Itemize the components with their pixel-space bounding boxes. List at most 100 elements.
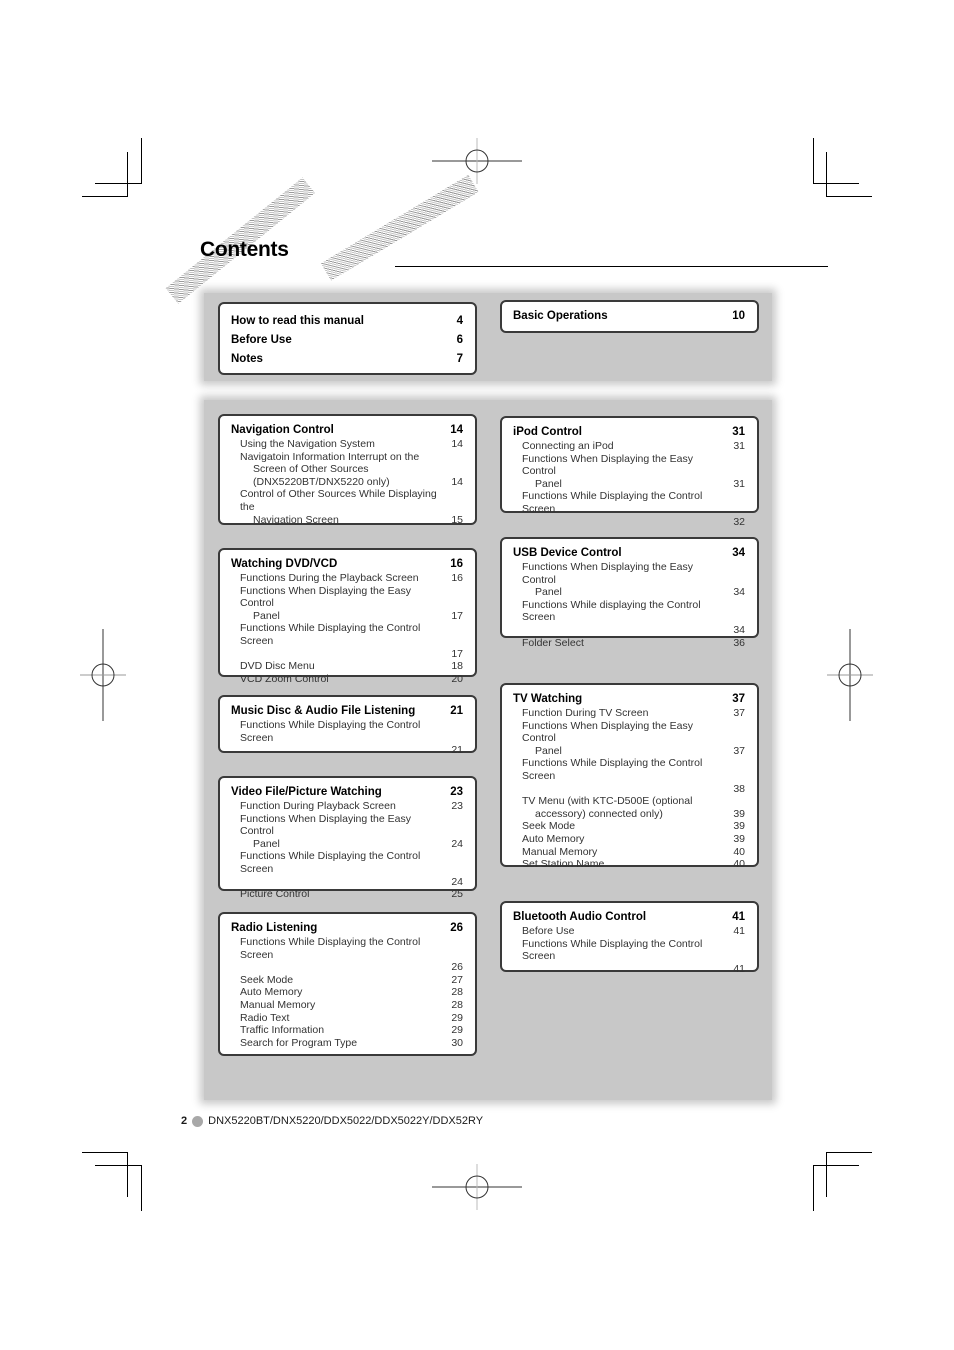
toc-subentry[interactable]: Functions While Displaying the Control S… [513,490,745,528]
toc-subentry-line [240,961,447,974]
toc-subentry[interactable]: Manual Memory 28 [231,999,463,1012]
toc-subentry[interactable]: Function During TV Screen 37 [513,707,745,720]
toc-subentry[interactable]: Using the Navigation System 14 [231,438,463,451]
toc-subentry[interactable]: Manual Memory 40 [513,846,745,859]
toc-subentry[interactable]: Folder Select 36 [513,637,745,650]
toc-subentry-label: Functions When Displaying the Easy Contr… [240,813,447,851]
toc-subentry-label: Functions While displaying the Control S… [522,599,729,637]
toc-subentry[interactable]: Functions When Displaying the Easy Contr… [513,453,745,491]
toc-subentry-label: DVD Disc Menu [240,660,447,673]
toc-entry[interactable]: Basic Operations 10 [513,307,745,326]
toc-entry-label: Notes [231,353,263,365]
toc-subentry[interactable]: Functions While Displaying the Control S… [231,936,463,974]
toc-subentry[interactable]: Functions While Displaying the Control S… [231,719,463,757]
toc-subentry[interactable]: Traffic Information 29 [231,1024,463,1037]
toc-subentry-label: Picture Control [240,888,447,901]
section-page: 34 [732,547,745,559]
toc-subentry-line: Functions While displaying the Control S… [522,598,701,624]
toc-subentry-label: Folder Select [522,637,729,650]
section-heading[interactable]: USB Device Control 34 [513,546,745,561]
toc-subentry[interactable]: DVD Disc Menu 18 [231,660,463,673]
toc-subentry[interactable]: Functions When Displaying the Easy Contr… [231,585,463,623]
toc-section-dvd: Watching DVD/VCD 16 Functions During the P… [218,548,477,685]
model-list: DNX5220BT/DNX5220/DDX5022/DDX5022Y/DDX52… [208,1115,484,1127]
toc-subentry-line: Functions While Displaying the Control S… [240,936,421,961]
toc-subentry-page: 39 [733,832,745,845]
toc-subentry-line: TV Menu (with KTC-D500E (optional [522,795,693,808]
section-heading[interactable]: TV Watching 37 [513,692,745,707]
section-heading[interactable]: Radio Listening 26 [231,921,463,936]
toc-subentry[interactable]: Functions When Displaying the Easy Contr… [513,720,745,758]
toc-subentry[interactable]: Before Use 41 [513,925,745,938]
toc-subentry[interactable]: Radio Text 29 [231,1012,463,1025]
toc-subentry[interactable]: Functions While Displaying the Control S… [513,938,745,976]
section-title: iPod Control [513,426,582,438]
section-heading[interactable]: Watching DVD/VCD 16 [231,557,463,572]
toc-subentry[interactable]: Functions When Displaying the Easy Contr… [513,561,745,599]
toc-subentry-label: Manual Memory [240,999,447,1012]
crop-mark [95,1165,141,1166]
toc-subentry-line: Set Station Name [522,858,605,871]
toc-subentry[interactable]: Picture Control 25 [231,888,463,901]
section-heading[interactable]: Navigation Control 14 [231,423,463,438]
section-title: Navigation Control [231,424,334,436]
toc-subentry[interactable]: Seek Mode 27 [231,974,463,987]
toc-subentry[interactable]: Functions While Displaying the Control S… [513,757,745,795]
crop-mark [826,1152,827,1197]
toc-subentry-page: 30 [451,1036,463,1049]
section-heading[interactable]: iPod Control 31 [513,425,745,440]
toc-subentry-page: 41 [733,962,745,975]
toc-subentry-line: Panel [253,837,280,850]
toc-subentry[interactable]: Functions While displaying the Control S… [513,599,745,637]
toc-subentry[interactable]: Set Station Name 40 [513,858,745,871]
toc-subentry[interactable]: Functions When Displaying the Easy Contr… [231,813,463,851]
toc-subentry-page: 17 [451,647,463,660]
section-heading[interactable]: Music Disc & Audio File Listening 21 [231,704,463,719]
section-title: Bluetooth Audio Control [513,911,647,923]
toc-subentry[interactable]: Function During Playback Screen 23 [231,800,463,813]
toc-subentry-line: Seek Mode [240,973,294,986]
crop-mark [95,183,141,184]
toc-subentry[interactable]: Functions During the Playback Screen 16 [231,572,463,585]
section-page: 14 [450,424,463,436]
toc-entry[interactable]: Notes 7 [231,350,463,369]
toc-subentry-line: Navigatoin Information Interrupt on the [240,450,420,463]
toc-subentry-label: Seek Mode [522,820,729,833]
toc-subentry[interactable]: Search for Program Type 30 [231,1037,463,1050]
toc-subentry[interactable]: Auto Memory 28 [231,986,463,999]
toc-subentry-label: Auto Memory [522,833,729,846]
toc-entry[interactable]: How to read this manual 4 [231,312,463,331]
toc-subentry[interactable]: TV Menu (with KTC-D500E (optional accesso… [513,795,745,820]
toc-subentry-label: Functions While Displaying the Control S… [240,719,447,757]
toc-subentry-label: Using the Navigation System [240,438,447,451]
toc-subentry[interactable]: Auto Memory 39 [513,833,745,846]
page-footer: 2 DNX5220BT/DNX5220/DDX5022/DDX5022Y/DDX… [181,1115,483,1127]
toc-subentry-line: Screen of Other Sources [253,463,369,476]
toc-subentry[interactable]: Functions While Displaying the Control S… [231,850,463,888]
toc-subentry[interactable]: Seek Mode 39 [513,820,745,833]
toc-subentry[interactable]: VCD Zoom Control 20 [231,673,463,686]
toc-subentry[interactable]: Functions While Displaying the Control S… [231,622,463,660]
toc-subentry-label: Functions While Displaying the Control S… [522,490,729,528]
toc-subentry-line: Function During Playback Screen [240,800,396,812]
registration-mark-icon [827,629,873,721]
toc-subentry-line: Connecting an iPod [522,440,614,452]
toc-subentry[interactable]: Control of Other Sources While Displayin… [231,488,463,526]
section-heading[interactable]: Bluetooth Audio Control 41 [513,910,745,925]
toc-subentry-line: Auto Memory [240,986,303,999]
toc-subentry-page: 28 [451,998,463,1011]
toc-subentry-page: 16 [451,572,463,584]
section-heading[interactable]: Video File/Picture Watching 23 [231,785,463,800]
toc-entry[interactable]: Before Use 6 [231,331,463,350]
toc-subentry[interactable]: Connecting an iPod 31 [513,440,745,453]
toc-subentry-page: 18 [451,660,463,673]
toc-subentry-label: Function During TV Screen [522,707,729,720]
toc-subentry-page: 31 [733,440,745,452]
toc-subentry-line: Functions While Displaying the Control S… [240,622,421,647]
toc-section-music: Music Disc & Audio File Listening 21 Funct… [218,695,477,756]
toc-subentry-label: Control of Other Sources While Displayin… [240,488,447,526]
toc-subentry[interactable]: Navigatoin Information Interrupt on the S… [231,451,463,489]
toc-subentry-page: 25 [451,888,463,901]
toc-subentry-page: 37 [733,707,745,719]
toc-subentry-line [522,624,729,637]
